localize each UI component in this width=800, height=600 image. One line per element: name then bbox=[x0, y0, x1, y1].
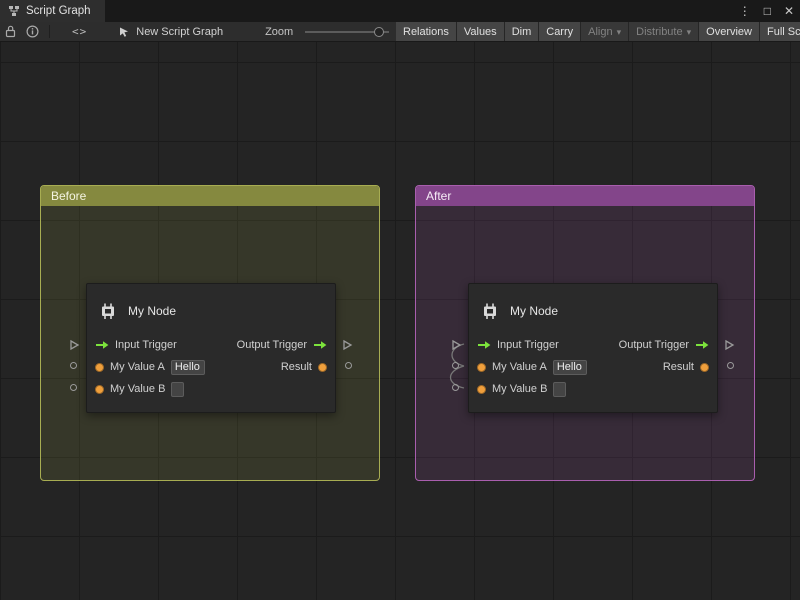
zoom-label: Zoom bbox=[265, 26, 293, 38]
outer-value-a-port[interactable] bbox=[452, 362, 459, 369]
node-title: My Node bbox=[510, 304, 558, 318]
maximize-icon[interactable]: □ bbox=[764, 5, 771, 17]
my-node-before[interactable]: My Node Input Trigger Output Trigger bbox=[86, 283, 336, 413]
relations-button[interactable]: Relations bbox=[396, 22, 457, 42]
carry-button[interactable]: Carry bbox=[539, 22, 581, 42]
value-a-field[interactable] bbox=[171, 360, 205, 375]
node-body: Input Trigger Output Trigger My Value A bbox=[87, 334, 335, 412]
input-trigger-port[interactable]: Input Trigger bbox=[477, 339, 559, 351]
flow-arrow-icon bbox=[313, 340, 327, 350]
value-port-icon bbox=[95, 385, 104, 394]
outer-input-flow-port[interactable] bbox=[451, 339, 462, 351]
node-header: My Node bbox=[469, 284, 717, 334]
lock-icon[interactable] bbox=[0, 22, 21, 42]
window-controls: ⋮ □ ✕ bbox=[739, 0, 794, 22]
value-b-field[interactable] bbox=[553, 382, 566, 397]
overview-button[interactable]: Overview bbox=[699, 22, 760, 42]
my-node-after[interactable]: My Node Input Trigger Output Trigger bbox=[468, 283, 718, 413]
group-before-label: Before bbox=[51, 189, 86, 203]
my-node-icon bbox=[479, 300, 501, 322]
value-b-port[interactable]: My Value B bbox=[477, 382, 566, 397]
graph-asset-icon bbox=[118, 26, 130, 38]
outer-value-b-port[interactable] bbox=[70, 384, 77, 391]
value-port-icon bbox=[700, 363, 709, 372]
flow-arrow-icon bbox=[695, 340, 709, 350]
output-trigger-port[interactable]: Output Trigger bbox=[237, 339, 327, 351]
graph-toolbar: <> New Script Graph Zoom 1x Relations Va… bbox=[0, 22, 800, 42]
script-graph-icon bbox=[8, 5, 20, 17]
value-b-field[interactable] bbox=[171, 382, 184, 397]
output-trigger-port[interactable]: Output Trigger bbox=[619, 339, 709, 351]
outer-result-port[interactable] bbox=[727, 362, 734, 369]
align-button[interactable]: Align ▾ bbox=[581, 22, 629, 42]
toolbar-buttons: Relations Values Dim Carry Align ▾ Distr… bbox=[396, 22, 800, 42]
full-screen-button[interactable]: Full Screen bbox=[760, 22, 800, 42]
outer-output-flow-port[interactable] bbox=[342, 339, 353, 351]
value-port-icon bbox=[95, 363, 104, 372]
value-port-icon bbox=[477, 363, 486, 372]
distribute-button[interactable]: Distribute ▾ bbox=[629, 22, 699, 42]
node-header: My Node bbox=[87, 284, 335, 334]
dim-button[interactable]: Dim bbox=[505, 22, 540, 42]
result-port[interactable]: Result bbox=[281, 361, 327, 373]
group-after-header[interactable]: After bbox=[416, 186, 754, 206]
values-button[interactable]: Values bbox=[457, 22, 505, 42]
flow-arrow-icon bbox=[477, 340, 491, 350]
graph-canvas[interactable]: Before My Node bbox=[0, 42, 800, 600]
flow-arrow-icon bbox=[95, 340, 109, 350]
chevron-down-icon: ▾ bbox=[617, 27, 622, 38]
my-node-icon bbox=[97, 300, 119, 322]
value-b-port[interactable]: My Value B bbox=[95, 382, 184, 397]
zoom-slider[interactable] bbox=[305, 31, 389, 33]
outer-result-port[interactable] bbox=[345, 362, 352, 369]
group-after-label: After bbox=[426, 189, 451, 203]
value-port-icon bbox=[477, 385, 486, 394]
outer-value-b-port[interactable] bbox=[452, 384, 459, 391]
group-after[interactable]: After My Node bbox=[415, 185, 755, 481]
node-body: Input Trigger Output Trigger My Value A bbox=[469, 334, 717, 412]
node-title: My Node bbox=[128, 304, 176, 318]
value-port-icon bbox=[318, 363, 327, 372]
outer-input-flow-port[interactable] bbox=[69, 339, 80, 351]
code-icon[interactable]: <> bbox=[67, 22, 92, 42]
graph-name-wrap: New Script Graph bbox=[118, 26, 223, 38]
input-trigger-port[interactable]: Input Trigger bbox=[95, 339, 177, 351]
chevron-down-icon: ▾ bbox=[687, 27, 692, 38]
tab-script-graph[interactable]: Script Graph bbox=[0, 0, 105, 22]
group-before-header[interactable]: Before bbox=[41, 186, 379, 206]
info-icon[interactable] bbox=[21, 22, 44, 42]
outer-output-flow-port[interactable] bbox=[724, 339, 735, 351]
zoom-slider-knob[interactable] bbox=[374, 27, 384, 37]
value-a-port[interactable]: My Value A bbox=[95, 360, 205, 375]
kebab-menu-icon[interactable]: ⋮ bbox=[739, 5, 751, 17]
tab-title: Script Graph bbox=[26, 5, 91, 17]
outer-value-a-port[interactable] bbox=[70, 362, 77, 369]
close-icon[interactable]: ✕ bbox=[784, 5, 794, 17]
toolbar-divider bbox=[49, 25, 50, 38]
tab-bar: Script Graph ⋮ □ ✕ bbox=[0, 0, 800, 22]
value-a-port[interactable]: My Value A bbox=[477, 360, 587, 375]
value-a-field[interactable] bbox=[553, 360, 587, 375]
group-before[interactable]: Before My Node bbox=[40, 185, 380, 481]
graph-name: New Script Graph bbox=[136, 26, 223, 38]
result-port[interactable]: Result bbox=[663, 361, 709, 373]
